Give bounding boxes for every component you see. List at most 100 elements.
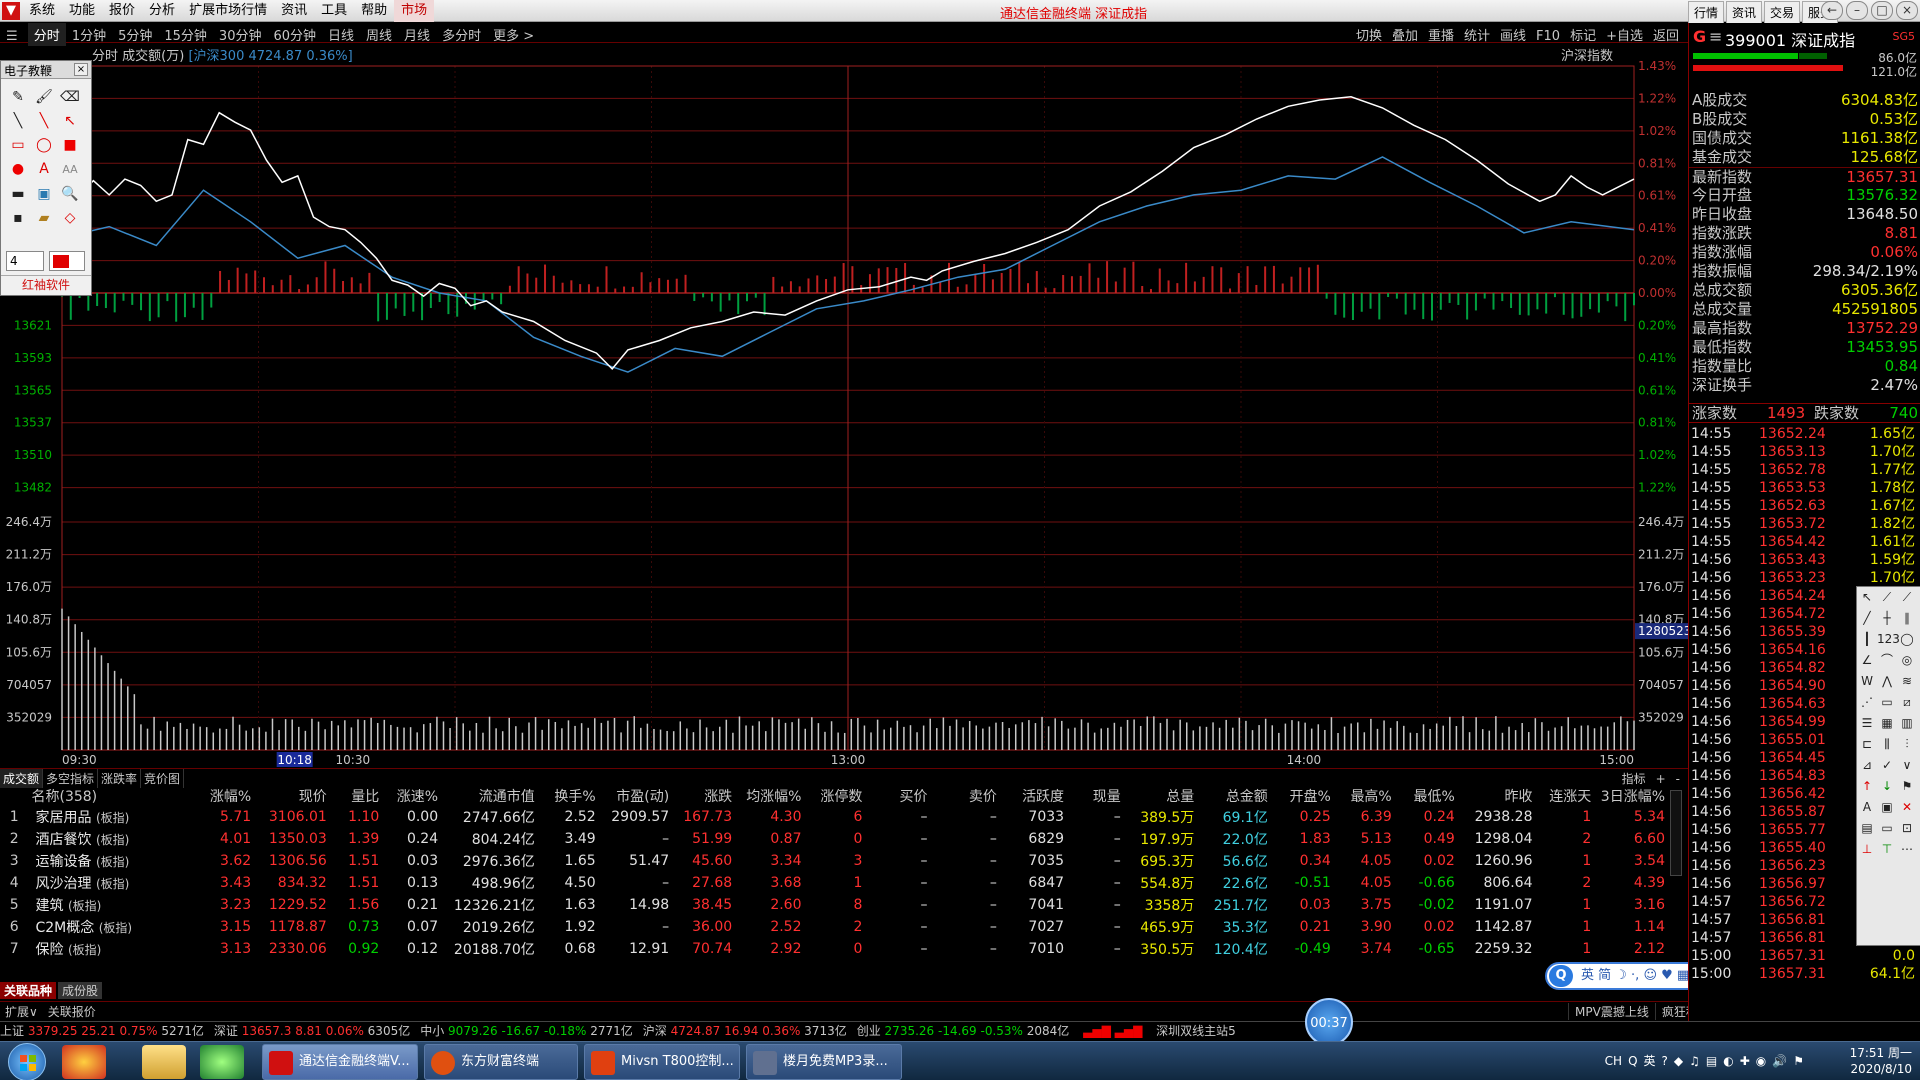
period-tab-5[interactable]: 60分钟 — [267, 23, 322, 46]
col-header-11[interactable]: 买价 — [865, 786, 930, 806]
tray-icon[interactable]: ▤ — [1706, 1054, 1717, 1068]
tray-icon[interactable]: ◉ — [1756, 1054, 1766, 1068]
number-icon[interactable]: 123 — [1877, 629, 1900, 650]
col-header-0[interactable]: 名称(358) — [32, 786, 190, 806]
top-button-1[interactable]: 资讯 — [1725, 1, 1762, 24]
table-tab-right-0[interactable]: 指标 — [1622, 772, 1646, 786]
down-arrow-icon[interactable]: ↓ — [1877, 776, 1897, 797]
grid-icon[interactable]: ▦ — [1877, 713, 1897, 734]
menu-toggle-icon[interactable]: ☰ — [0, 27, 24, 46]
col-header-16[interactable]: 总金额 — [1197, 786, 1271, 806]
server-name[interactable]: 深圳双线主站5 — [1156, 1022, 1236, 1040]
chart-tool-0[interactable]: 切换 — [1351, 23, 1387, 46]
sub-tab-0[interactable]: 关联品种 — [0, 982, 57, 999]
col-header-10[interactable]: 涨停数 — [805, 786, 866, 806]
open-folder-icon[interactable]: ▰ — [31, 206, 57, 230]
chart-tool-6[interactable]: 标记 — [1565, 23, 1601, 46]
font-size-icon[interactable]: AA — [57, 158, 83, 182]
sector-name[interactable]: 酒店餐饮 (板指) — [32, 828, 190, 850]
menu-item-7[interactable]: 帮助 — [354, 0, 394, 22]
col-header-4[interactable]: 涨速% — [382, 786, 441, 806]
table-row[interactable]: 6 C2M概念 (板指) 3.15 1178.87 0.73 0.07 2019.26亿 1.… — [0, 916, 1668, 938]
top-button-2[interactable]: 交易 — [1763, 1, 1800, 24]
ellipse-icon[interactable]: ◯ — [31, 133, 57, 157]
down-mark-icon[interactable]: ⊤ — [1877, 839, 1897, 860]
note-icon[interactable]: ▤ — [1857, 818, 1877, 839]
table-row[interactable]: 3 运输设备 (板指) 3.62 1306.56 1.51 0.03 2976.36亿 1.6… — [0, 850, 1668, 872]
tray-icon[interactable]: ◆ — [1674, 1054, 1683, 1068]
clear-icon[interactable]: ◇ — [57, 206, 83, 230]
pen-color-select[interactable] — [49, 251, 85, 271]
rectangle-icon[interactable]: ▭ — [5, 133, 31, 157]
ime-logo-icon[interactable]: Q — [1549, 965, 1573, 987]
period-tab-7[interactable]: 周线 — [360, 23, 398, 46]
up-arrow-icon[interactable]: ↑ — [1857, 776, 1877, 797]
tray-icon[interactable]: ? — [1662, 1054, 1668, 1068]
ext-left-item-1[interactable]: 关联报价 — [43, 1002, 101, 1021]
angle-icon[interactable]: ∠ — [1857, 650, 1877, 671]
tray-icon[interactable]: ♫ — [1689, 1054, 1700, 1068]
col-header-19[interactable]: 最低% — [1395, 786, 1458, 806]
cursor-icon[interactable]: ↖ — [1857, 587, 1877, 608]
tray-icon[interactable]: ✚ — [1740, 1054, 1750, 1068]
sub-tab-1[interactable]: 成份股 — [58, 982, 103, 999]
pen-size-select[interactable]: 4 — [6, 251, 44, 271]
g-icon[interactable]: G — [1693, 27, 1706, 46]
task-tdx-terminal[interactable]: 通达信金融终端V... — [262, 1044, 418, 1080]
columns-icon[interactable]: ⫼ — [1877, 734, 1897, 755]
status-index-cy[interactable]: 创业 2735.26 -14.69 -0.53% 2084亿 — [857, 1022, 1070, 1040]
table-row[interactable]: 2 酒店餐饮 (板指) 4.01 1350.03 1.39 0.24 804.24亿 3.49… — [0, 828, 1668, 850]
arrow-icon[interactable]: ↖ — [57, 109, 83, 133]
lock-icon[interactable]: ⊡ — [1897, 818, 1917, 839]
chart-tool-3[interactable]: 统计 — [1459, 23, 1495, 46]
vertical-icon[interactable]: ┃ — [1857, 629, 1877, 650]
intraday-chart[interactable]: 1.43% 1.22% 1.02% 0.81% 0.61% 0.41% 0.20% 0.00%… — [0, 60, 1688, 768]
menu-item-6[interactable]: 工具 — [314, 0, 354, 22]
zigzag-icon[interactable]: ⋀ — [1877, 671, 1897, 692]
circle-tool-icon[interactable]: ◯ — [1897, 629, 1917, 650]
col-header-13[interactable]: 活跃度 — [1000, 786, 1067, 806]
task-mp3-recorder[interactable]: 楼月免费MP3录... — [746, 1044, 902, 1080]
tool-more-icon[interactable]: ⋯ — [1897, 839, 1917, 860]
text-icon[interactable]: A — [31, 157, 57, 181]
table-row[interactable]: 7 保险 (板指) 3.13 2330.06 0.92 0.12 20188.70亿 0.68… — [0, 938, 1668, 960]
up-mark-icon[interactable]: ⊥ — [1857, 839, 1877, 860]
table-row[interactable]: 1 家居用品 (板指) 5.71 3106.01 1.10 0.00 2747.66亿 2.5… — [0, 806, 1668, 828]
text-tool-icon[interactable]: A — [1857, 797, 1877, 818]
chevron-icon[interactable]: ∨ — [1897, 755, 1917, 776]
close-icon[interactable]: × — [1896, 1, 1918, 20]
chart-tool-8[interactable]: 返回 — [1648, 23, 1684, 46]
top-button-0[interactable]: 行情 — [1687, 1, 1724, 24]
palette-footer[interactable]: 红袖软件 — [1, 275, 91, 295]
channel-icon[interactable]: ⧄ — [1897, 692, 1917, 713]
browser-pinned-icon[interactable] — [62, 1045, 106, 1079]
line-icon[interactable]: ╲ — [5, 109, 31, 133]
fib-icon[interactable]: ≋ — [1897, 671, 1917, 692]
ext-right-item-0[interactable]: MPV震撼上线 — [1568, 1003, 1655, 1020]
status-index-sz[interactable]: 深证 13657.3 8.81 0.06% 6305亿 — [214, 1022, 410, 1040]
minimize-icon[interactable]: – — [1846, 1, 1868, 20]
segment-icon[interactable]: ╱ — [1857, 608, 1877, 629]
ray-icon[interactable]: ⟋ — [1897, 587, 1917, 608]
filled-ellipse-icon[interactable]: ● — [5, 157, 31, 181]
timer-bubble[interactable]: 00:37 — [1305, 998, 1353, 1046]
bars-icon[interactable]: ▥ — [1897, 713, 1917, 734]
task-mivsn[interactable]: Mivsn T800控制... — [584, 1044, 740, 1080]
period-tab-8[interactable]: 月线 — [398, 23, 436, 46]
rows-icon[interactable]: ⫶ — [1897, 734, 1917, 755]
col-header-5[interactable]: 流通市值 — [441, 786, 538, 806]
menu-item-3[interactable]: 分析 — [142, 0, 182, 22]
sector-name[interactable]: C2M概念 (板指) — [32, 916, 190, 938]
sector-name[interactable]: 保险 (板指) — [32, 938, 190, 960]
levels-icon[interactable]: ☰ — [1857, 713, 1877, 734]
gann-icon[interactable]: ⋰ — [1857, 692, 1877, 713]
table-row[interactable]: 4 风沙治理 (板指) 3.43 834.32 1.51 0.13 498.96亿 4.50 –… — [0, 872, 1668, 894]
period-tab-10[interactable]: 更多 > — [487, 23, 540, 46]
tray-item-2[interactable]: 英 — [1644, 1052, 1656, 1069]
sector-name[interactable]: 运输设备 (板指) — [32, 850, 190, 872]
ext-left-item-0[interactable]: 扩展∨ — [0, 1002, 43, 1021]
col-header-18[interactable]: 最高% — [1334, 786, 1395, 806]
panel-menu-icon[interactable]: ≡ — [1709, 27, 1722, 46]
screen-icon[interactable]: ▣ — [31, 182, 57, 206]
maximize-icon[interactable]: □ — [1871, 1, 1893, 20]
